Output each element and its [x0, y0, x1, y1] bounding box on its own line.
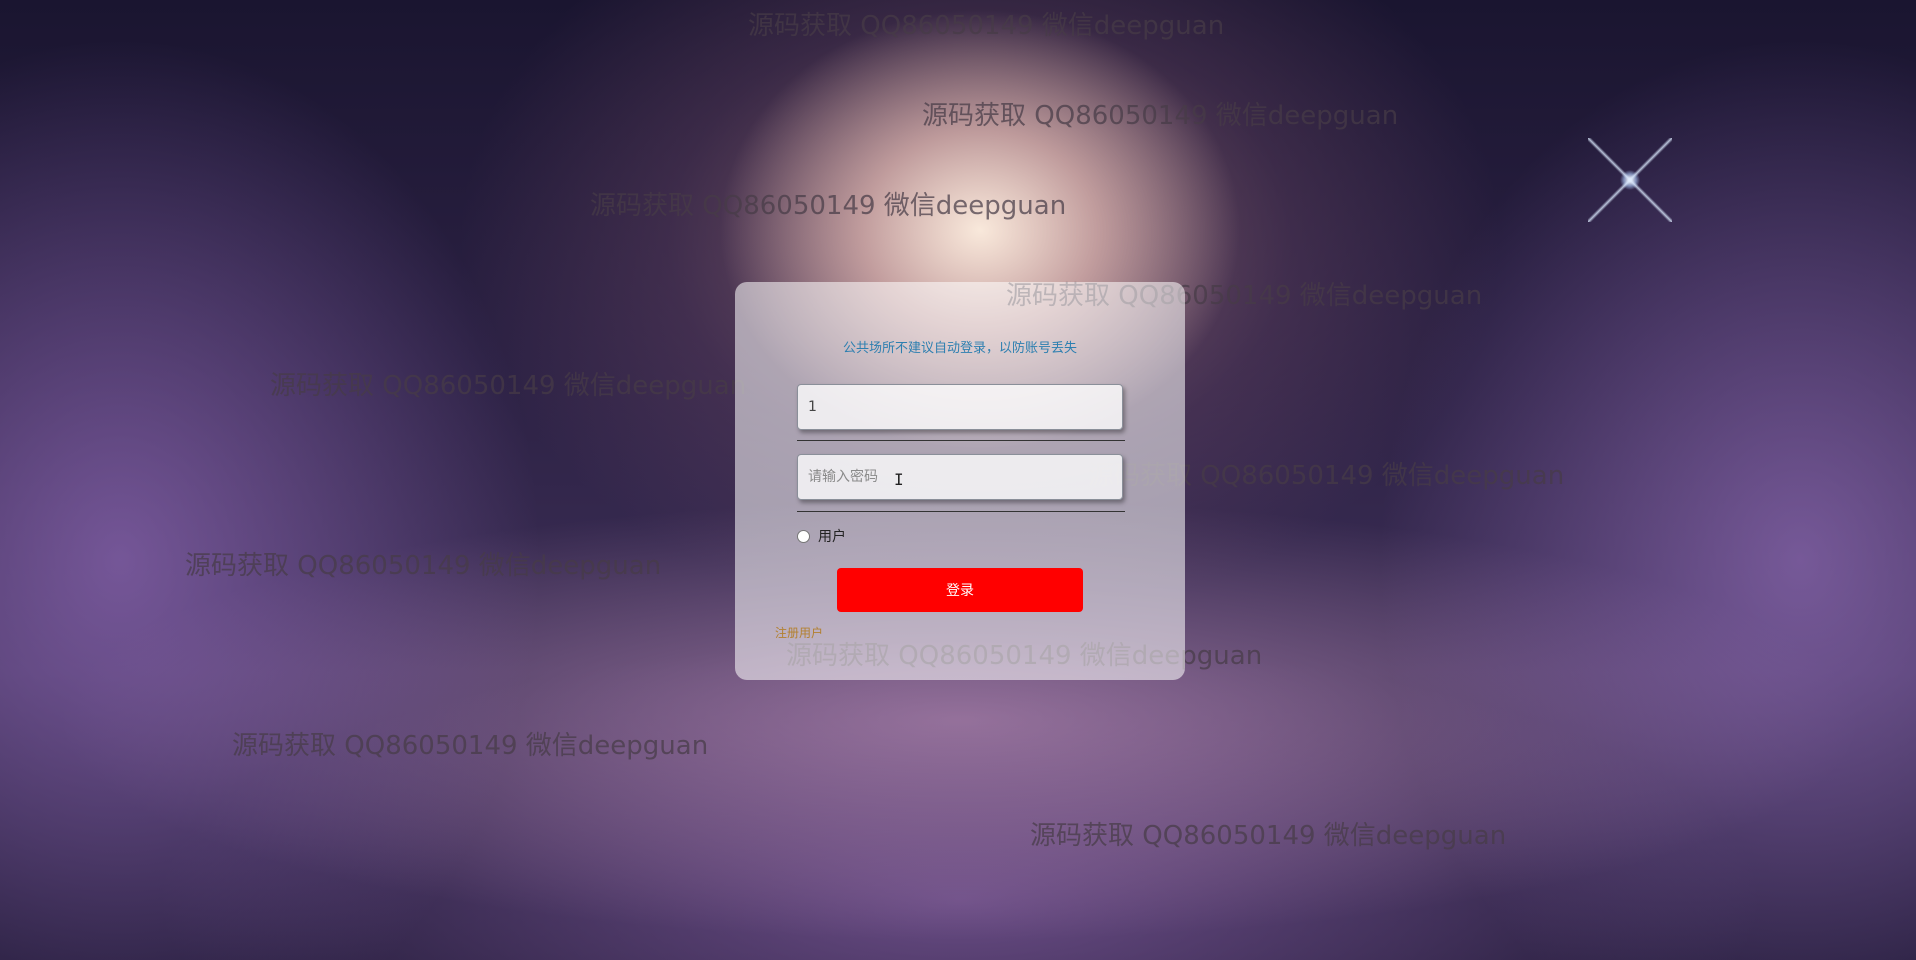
radio-icon[interactable] — [797, 529, 810, 543]
login-button[interactable]: 登录 — [837, 568, 1083, 612]
text-cursor-icon: I — [894, 470, 904, 489]
username-underline — [797, 440, 1125, 441]
login-panel: 公共场所不建议自动登录，以防账号丢失 用户 登录 注册用户 — [735, 282, 1185, 680]
watermark-text: 源码获取 QQ86050149 微信deepguan — [1030, 821, 1507, 851]
watermark-text: 源码获取 QQ86050149 微信deepguan — [185, 551, 662, 581]
watermark-text: 源码获取 QQ86050149 微信deepguan — [922, 101, 1399, 131]
password-underline — [797, 511, 1125, 512]
password-field[interactable] — [797, 454, 1123, 500]
watermark-text: 源码获取 QQ86050149 微信deepguan — [232, 731, 709, 761]
watermark-text: 源码获取 QQ86050149 微信deepguan — [270, 371, 747, 401]
username-field[interactable] — [797, 384, 1123, 430]
login-hint: 公共场所不建议自动登录，以防账号丢失 — [842, 341, 1077, 356]
watermark-text: 源码获取 QQ86050149 微信deepguan — [590, 191, 1067, 221]
register-link[interactable]: 注册用户 — [775, 624, 823, 641]
bright-star-decoration — [1588, 138, 1672, 222]
role-option-user[interactable]: 用户 — [797, 526, 846, 546]
watermark-text: 源码获取 QQ86050149 微信deepguan — [748, 11, 1225, 41]
role-label: 用户 — [818, 529, 846, 545]
